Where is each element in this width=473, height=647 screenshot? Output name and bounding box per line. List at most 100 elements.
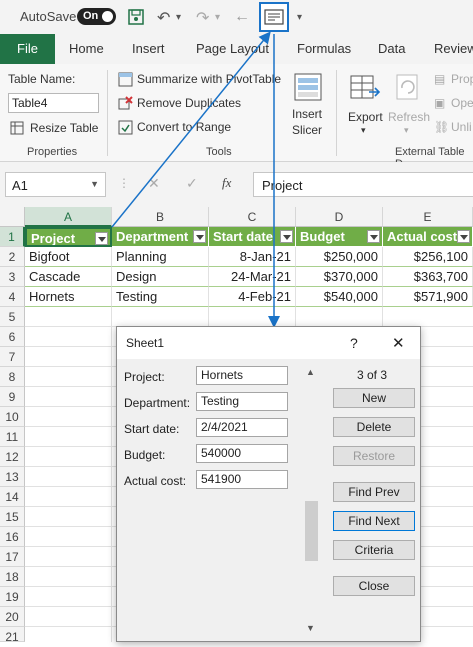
scrollbar-thumb[interactable]	[305, 501, 318, 561]
table-cell[interactable]: Design	[112, 267, 209, 287]
formula-input[interactable]: Project	[253, 172, 473, 197]
row-header[interactable]: 19	[0, 587, 25, 607]
table-header-cell[interactable]: Project	[25, 227, 112, 247]
tab-page-layout[interactable]: Page Layout	[196, 34, 269, 64]
table-header-cell[interactable]: Department	[112, 227, 209, 247]
row-header[interactable]: 7	[0, 347, 25, 367]
table-cell[interactable]: $256,100	[383, 247, 473, 267]
row-header[interactable]: 13	[0, 467, 25, 487]
row-header[interactable]: 4	[0, 287, 25, 307]
table-cell[interactable]: $370,000	[296, 267, 383, 287]
restore-button[interactable]: Restore	[333, 446, 415, 466]
filter-dropdown-icon[interactable]	[367, 230, 380, 243]
undo-icon[interactable]: ↶	[157, 8, 170, 28]
row-header[interactable]: 12	[0, 447, 25, 467]
filter-dropdown-icon[interactable]	[95, 232, 108, 245]
find-prev-button[interactable]: Find Prev	[333, 482, 415, 502]
row-header[interactable]: 9	[0, 387, 25, 407]
tab-review[interactable]: Review	[434, 34, 473, 64]
scroll-up-icon[interactable]: ▲	[306, 367, 315, 377]
cancel-icon[interactable]: ✕	[148, 175, 160, 192]
dialog-titlebar[interactable]: Sheet1 ? ✕	[117, 327, 420, 359]
department-field[interactable]: Testing	[196, 392, 288, 411]
row-header[interactable]: 15	[0, 507, 25, 527]
table-header-cell[interactable]: Actual cost	[383, 227, 473, 247]
ribbon: Table Name: Table4 Resize Table Properti…	[0, 64, 473, 170]
row-header[interactable]: 2	[0, 247, 25, 267]
table-header-cell[interactable]: Budget	[296, 227, 383, 247]
criteria-button[interactable]: Criteria	[333, 540, 415, 560]
budget-field[interactable]: 540000	[196, 444, 288, 463]
row-header[interactable]: 20	[0, 607, 25, 627]
row-header[interactable]: 14	[0, 487, 25, 507]
filter-dropdown-icon[interactable]	[457, 230, 470, 243]
column-header-a[interactable]: A	[25, 207, 112, 227]
autosave-toggle[interactable]: On	[77, 8, 116, 25]
table-cell[interactable]: $571,900	[383, 287, 473, 307]
new-button[interactable]: New	[333, 388, 415, 408]
select-all-corner[interactable]	[0, 207, 25, 227]
name-box[interactable]: A1 ▼	[5, 172, 106, 197]
table-cell[interactable]: $363,700	[383, 267, 473, 287]
enter-icon[interactable]: ✓	[186, 175, 198, 192]
column-header-c[interactable]: C	[209, 207, 296, 227]
filter-dropdown-icon[interactable]	[193, 230, 206, 243]
table-cell[interactable]: Cascade	[25, 267, 112, 287]
refresh-button[interactable]: Refresh ▾	[388, 70, 430, 140]
redo-icon[interactable]: ↷	[196, 8, 209, 28]
table-header-cell[interactable]: Start date	[209, 227, 296, 247]
convert-to-range-label: Convert to Range	[137, 120, 232, 134]
row-header[interactable]: 5	[0, 307, 25, 327]
tab-file[interactable]: File	[0, 34, 55, 64]
name-box-dropdown-icon[interactable]: ▼	[90, 179, 99, 189]
export-button[interactable]: Export ▾	[345, 70, 387, 140]
column-header-b[interactable]: B	[112, 207, 209, 227]
tab-insert[interactable]: Insert	[132, 34, 165, 64]
toggle-knob	[102, 11, 113, 22]
row-header[interactable]: 3	[0, 267, 25, 287]
table-cell[interactable]: Bigfoot	[25, 247, 112, 267]
row-header[interactable]: 17	[0, 547, 25, 567]
insert-function-icon[interactable]: fx	[222, 175, 231, 191]
back-arrow-icon[interactable]: ←	[234, 8, 250, 26]
record-scrollbar[interactable]: ▲ ▼	[303, 363, 320, 639]
close-icon[interactable]: ✕	[392, 334, 405, 352]
project-field[interactable]: Hornets	[196, 366, 288, 385]
row-header[interactable]: 8	[0, 367, 25, 387]
row-header[interactable]: 11	[0, 427, 25, 447]
tab-home[interactable]: Home	[69, 34, 104, 64]
filter-dropdown-icon[interactable]	[280, 230, 293, 243]
table-cell[interactable]: Hornets	[25, 287, 112, 307]
redo-dropdown-icon[interactable]: ▾	[215, 12, 220, 23]
row-header[interactable]: 1	[0, 227, 25, 247]
close-button[interactable]: Close	[333, 576, 415, 596]
undo-dropdown-icon[interactable]: ▾	[176, 12, 181, 23]
start-date-field[interactable]: 2/4/2021	[196, 418, 288, 437]
row-header[interactable]: 21	[0, 627, 25, 644]
table-cell[interactable]: $250,000	[296, 247, 383, 267]
insert-slicer-button[interactable]: Insert Slicer	[288, 70, 328, 140]
table-cell[interactable]: Planning	[112, 247, 209, 267]
table-cell[interactable]: 4-Feb-21	[209, 287, 296, 307]
column-header-d[interactable]: D	[296, 207, 383, 227]
tab-formulas[interactable]: Formulas	[297, 34, 351, 64]
table-cell[interactable]: $540,000	[296, 287, 383, 307]
column-header-e[interactable]: E	[383, 207, 473, 227]
save-icon[interactable]	[127, 8, 145, 26]
row-header[interactable]: 16	[0, 527, 25, 547]
actual-cost-field[interactable]: 541900	[196, 470, 288, 489]
scroll-down-icon[interactable]: ▼	[306, 623, 315, 633]
table-name-input[interactable]: Table4	[8, 93, 99, 113]
help-button[interactable]: ?	[350, 335, 358, 351]
find-next-button[interactable]: Find Next	[333, 511, 415, 531]
tab-data[interactable]: Data	[378, 34, 405, 64]
delete-button[interactable]: Delete	[333, 417, 415, 437]
table-cell[interactable]: 8-Jan-21	[209, 247, 296, 267]
row-header[interactable]: 10	[0, 407, 25, 427]
form-button[interactable]	[259, 2, 289, 32]
table-cell[interactable]: 24-Mar-21	[209, 267, 296, 287]
row-header[interactable]: 6	[0, 327, 25, 347]
table-cell[interactable]: Testing	[112, 287, 209, 307]
customize-qat-icon[interactable]: ▾	[297, 12, 302, 23]
row-header[interactable]: 18	[0, 567, 25, 587]
